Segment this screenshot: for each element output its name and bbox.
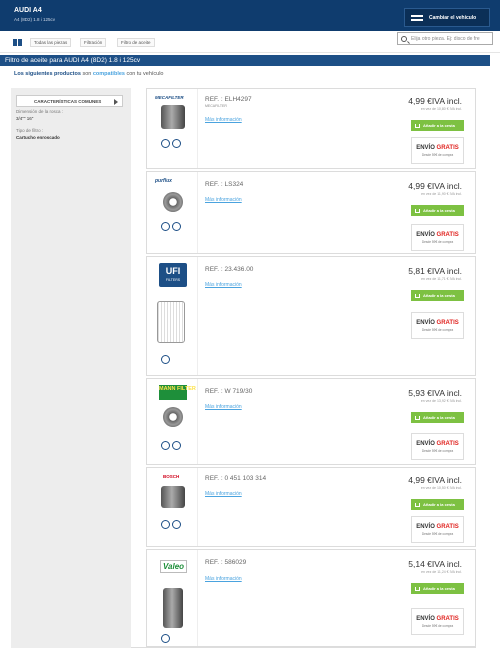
product-price: 5,93 €IVA incl. <box>408 388 462 398</box>
more-info-link[interactable]: Más información <box>205 576 242 582</box>
zoom-icon[interactable] <box>161 634 170 643</box>
product-old-price: en vez de 10,50 € IVA incl. <box>420 486 462 490</box>
compatibility-note: Los siguientes productos son compatibles… <box>14 71 164 77</box>
zoom-icon[interactable] <box>161 139 170 148</box>
product-ref: REF. : 0 451 103 314 <box>205 475 267 482</box>
free-shipping-badge: ENVÍO GRATIS Desde 59€ de compra <box>411 516 464 543</box>
product-price: 5,81 €IVA incl. <box>408 266 462 276</box>
product-tool-icons <box>161 139 181 148</box>
chip-oil-filter[interactable]: Filtro de aceite <box>117 38 155 47</box>
product-old-price: en vez de 13,92 € IVA incl. <box>420 399 462 403</box>
change-vehicle-label: Cambiar el vehículo <box>429 14 477 21</box>
product-price: 4,99 €IVA incl. <box>408 96 462 106</box>
product-old-price: en vez de 11,24 € IVA incl. <box>421 570 462 574</box>
spec-thread-value: 3/4"" 16" <box>16 116 34 121</box>
product-card: UFI FILTERS REF. : 23.436.00 Más informac… <box>146 256 476 376</box>
product-image[interactable] <box>163 192 183 212</box>
free-shipping-badge: ENVÍO GRATIS Desde 59€ de compra <box>411 608 464 635</box>
product-old-price: en vez de 10,80 € IVA incl. <box>420 107 462 111</box>
divider <box>131 647 476 648</box>
product-ref: REF. : LS324 <box>205 181 244 188</box>
zoom-icon[interactable] <box>161 441 170 450</box>
more-info-link[interactable]: Más información <box>205 117 242 123</box>
brand-logo: Valeo <box>160 560 188 573</box>
product-card: purflux REF. : LS324 Más información 4,9… <box>146 171 476 254</box>
vehicle-subtitle: A4 (8D2) 1.8 i 125cv <box>14 17 56 22</box>
product-old-price: en vez de 11,90 € IVA incl. <box>421 192 462 196</box>
brand-logo: BOSCH <box>163 474 180 479</box>
free-shipping-badge: ENVÍO GRATIS Desde 59€ de compra <box>411 224 464 251</box>
chip-all-parts[interactable]: Todas las piezas <box>30 38 72 47</box>
product-ref: REF. : 586029 <box>205 559 247 566</box>
product-tool-icons <box>161 520 181 529</box>
product-price: 4,99 €IVA incl. <box>408 475 462 485</box>
add-to-cart-button[interactable]: Añadir a la cesta <box>411 120 464 131</box>
cart-icon <box>415 123 420 128</box>
catalog-icon[interactable] <box>13 39 22 46</box>
spec-type-value: Cartucho enroscado <box>16 135 60 140</box>
rotate-360-icon[interactable] <box>172 139 181 148</box>
page-title: Filtro de aceite para AUDI A4 (8D2) 1.8 … <box>0 55 490 66</box>
more-info-link[interactable]: Más información <box>205 197 242 203</box>
product-image[interactable] <box>157 301 185 343</box>
product-ref: REF. : 23.436.00 <box>205 266 254 273</box>
product-tool-icons <box>161 355 170 364</box>
product-image[interactable] <box>161 105 185 129</box>
cart-icon <box>415 502 420 507</box>
product-image[interactable] <box>161 486 185 508</box>
product-tool-icons <box>161 441 181 450</box>
zoom-icon[interactable] <box>161 222 170 231</box>
product-card: MECAFILTER REF. : ELH4297 MECAFILTER Más… <box>146 88 476 169</box>
cart-icon <box>415 293 420 298</box>
product-card: MANN FILTER REF. : W 719/30 Más informac… <box>146 378 476 465</box>
product-ref: REF. : W 719/30 <box>205 388 253 395</box>
common-features-toggle[interactable]: CARACTERÍSTICAS COMUNES <box>16 95 123 107</box>
product-card: BOSCH REF. : 0 451 103 314 Más informaci… <box>146 467 476 547</box>
product-tool-icons <box>161 222 181 231</box>
chip-filtration[interactable]: Filtración <box>80 38 107 47</box>
rotate-360-icon[interactable] <box>172 520 181 529</box>
part-search-input[interactable]: Elija otro pieza. Ej: disco de fre <box>397 32 493 45</box>
free-shipping-badge: ENVÍO GRATIS Desde 59€ de compra <box>411 137 464 164</box>
product-old-price: en vez de 11,71 € IVA incl. <box>421 277 462 281</box>
search-icon <box>401 36 407 42</box>
add-to-cart-button[interactable]: Añadir a la cesta <box>411 499 464 510</box>
product-ref: REF. : ELH4297 <box>205 96 252 103</box>
product-tool-icons <box>161 634 170 643</box>
zoom-icon[interactable] <box>161 355 170 364</box>
change-vehicle-button[interactable]: Cambiar el vehículo <box>404 8 490 27</box>
brand-logo: MANN FILTER <box>159 385 196 400</box>
product-price: 5,14 €IVA incl. <box>408 559 462 569</box>
product-image[interactable] <box>163 588 183 628</box>
rotate-360-icon[interactable] <box>172 441 181 450</box>
cart-icon <box>415 586 420 591</box>
common-features-sidebar: CARACTERÍSTICAS COMUNES Dimensión de la … <box>11 88 131 648</box>
product-card: Valeo REF. : 586029 Más información 5,14… <box>146 549 476 647</box>
more-info-link[interactable]: Más información <box>205 491 242 497</box>
vehicle-header: AUDI A4 A4 (8D2) 1.8 i 125cv Cambiar el … <box>0 0 500 31</box>
product-image[interactable] <box>163 407 183 427</box>
product-sub-brand: MECAFILTER <box>205 104 227 108</box>
cart-icon <box>415 208 420 213</box>
free-shipping-badge: ENVÍO GRATIS Desde 59€ de compra <box>411 433 464 460</box>
rotate-360-icon[interactable] <box>172 222 181 231</box>
add-to-cart-button[interactable]: Añadir a la cesta <box>411 583 464 594</box>
search-placeholder: Elija otro pieza. Ej: disco de fre <box>411 36 480 42</box>
free-shipping-badge: ENVÍO GRATIS Desde 59€ de compra <box>411 312 464 339</box>
more-info-link[interactable]: Más información <box>205 404 242 410</box>
cart-icon <box>415 415 420 420</box>
add-to-cart-button[interactable]: Añadir a la cesta <box>411 412 464 423</box>
vehicle-title: AUDI A4 <box>14 7 42 14</box>
add-to-cart-button[interactable]: Añadir a la cesta <box>411 290 464 301</box>
brand-logo: MECAFILTER <box>155 95 184 100</box>
brand-logo: purflux <box>155 178 172 184</box>
more-info-link[interactable]: Más información <box>205 282 242 288</box>
spec-type-label: Tipo de filtro : <box>16 128 44 133</box>
spec-thread-label: Dimensión de la rosca : <box>16 109 64 114</box>
add-to-cart-button[interactable]: Añadir a la cesta <box>411 205 464 216</box>
swap-icon <box>411 14 423 22</box>
zoom-icon[interactable] <box>161 520 170 529</box>
brand-logo: UFI FILTERS <box>159 263 187 287</box>
product-price: 4,99 €IVA incl. <box>408 181 462 191</box>
